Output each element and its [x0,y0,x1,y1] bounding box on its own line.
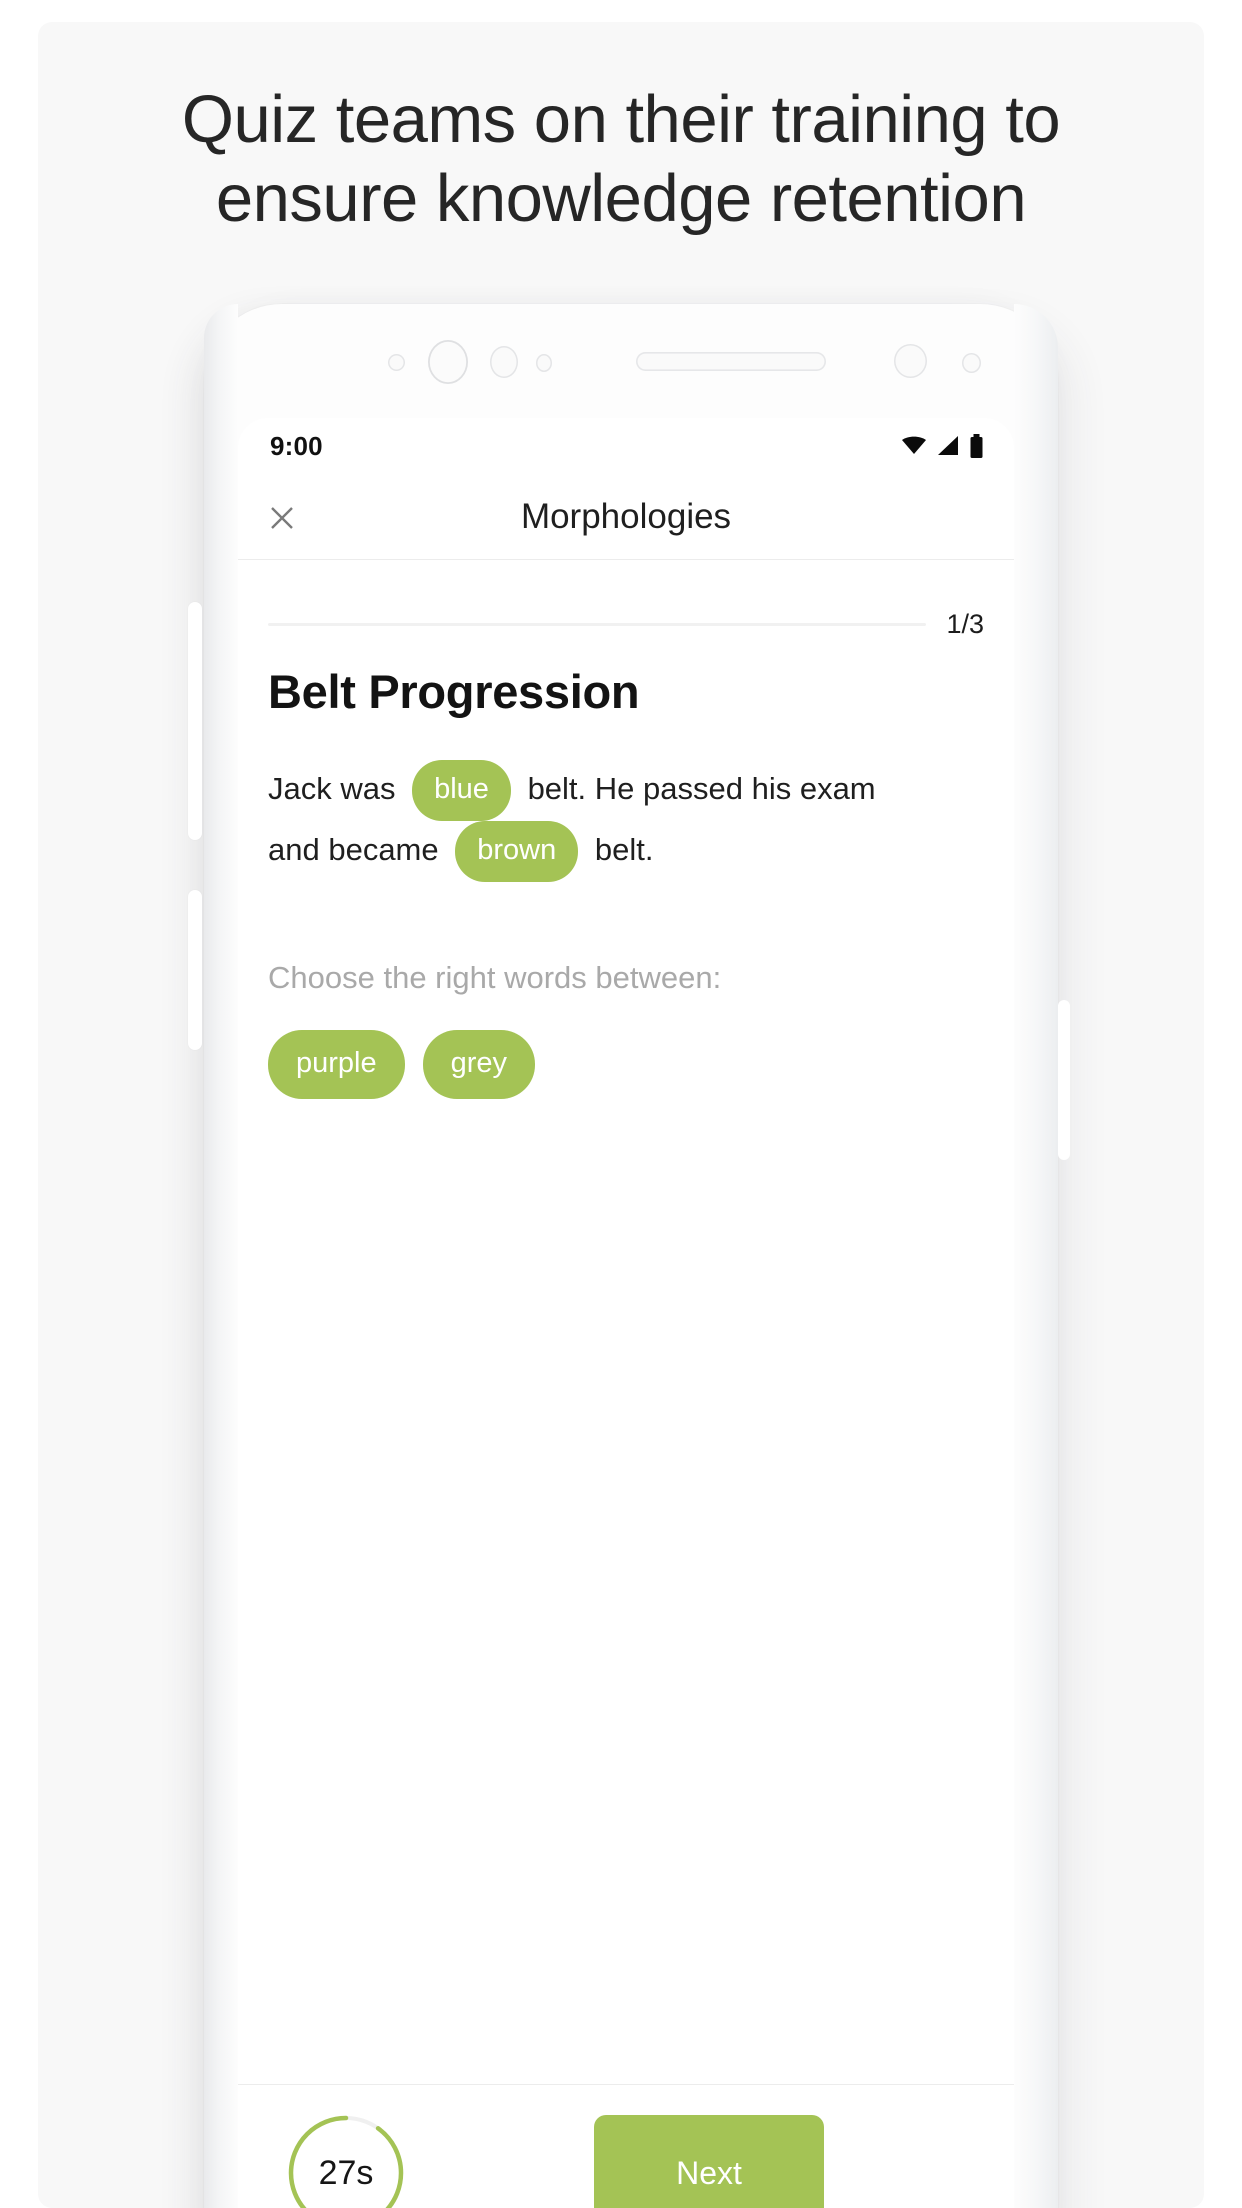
sensor-dot-icon [894,344,927,378]
phone-screen: 9:00 Morphologies 1/3 Belt Progression J… [238,418,1014,2208]
cellular-signal-icon [938,436,958,455]
front-camera-icon [428,340,468,384]
side-button-right[interactable] [1058,1000,1070,1160]
option-chip-grey[interactable]: grey [422,1030,536,1099]
sensor-dot-icon [490,346,518,378]
sentence-text: belt. [594,831,654,867]
wifi-icon [902,436,926,454]
sensor-dot-icon [536,354,552,372]
quiz-bottom-bar: 27s Next [238,2084,1014,2208]
phone-bezel-left [204,304,238,2208]
phone-sensor-cluster [246,330,1016,386]
answer-chip-blue[interactable]: blue [412,760,511,821]
status-bar-time: 9:00 [270,430,323,461]
sentence-text: Jack was [268,770,396,806]
answer-chip-brown[interactable]: brown [455,821,579,882]
next-button[interactable]: Next [594,2115,824,2208]
phone-mockup: 9:00 Morphologies 1/3 Belt Progression J… [186,290,1076,2208]
close-icon [271,507,293,529]
power-button[interactable] [188,890,202,1050]
close-button[interactable] [260,496,304,540]
app-bar: Morphologies [238,474,1014,560]
sentence-text: and became [268,831,439,867]
phone-bezel-right [1014,304,1058,2208]
progress-bar-track [268,622,927,626]
quiz-progress: 1/3 [268,604,984,644]
sentence-text: belt. He passed his exam [527,770,876,806]
timer-value: 27s [318,2153,374,2192]
sensor-dot-icon [388,354,405,371]
app-bar-title: Morphologies [520,497,732,536]
countdown-timer: 27s [286,2113,406,2208]
instruction-text: Choose the right words between: [268,960,722,995]
promo-canvas: Quiz teams on their training to ensure k… [38,22,1204,2208]
progress-counter: 1/3 [946,608,984,639]
volume-button[interactable] [188,602,202,840]
sentence-segment: and became brown belt. [268,821,654,882]
status-bar: 9:00 [238,418,1014,474]
earpiece-speaker-icon [636,352,826,371]
question-sentence: Jack was blue belt. He passed his exam a… [268,760,984,882]
battery-icon [970,433,983,458]
quiz-content: 1/3 Belt Progression Jack was blue belt.… [238,560,1014,2084]
option-chip-list: purple grey [268,1030,536,1099]
sensor-dot-icon [962,353,981,373]
option-chip-purple[interactable]: purple [268,1030,405,1099]
promo-headline: Quiz teams on their training to ensure k… [181,82,1061,237]
status-bar-icons [901,433,984,459]
question-title: Belt Progression [268,665,640,718]
sentence-segment: Jack was blue belt. He passed his exam [268,760,876,821]
